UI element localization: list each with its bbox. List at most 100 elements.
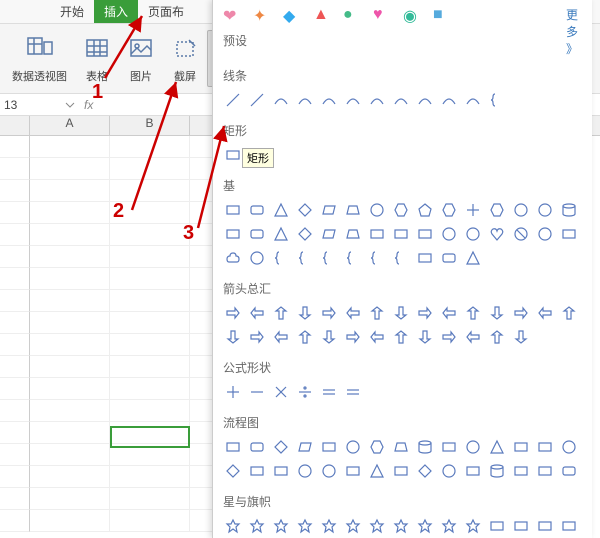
shape-option[interactable]	[535, 461, 555, 481]
shape-option[interactable]	[439, 516, 459, 536]
shape-option[interactable]	[511, 327, 531, 347]
tab-start[interactable]: 开始	[50, 0, 94, 23]
shape-option[interactable]	[223, 200, 243, 220]
shape-option[interactable]	[439, 200, 459, 220]
shape-option[interactable]	[319, 437, 339, 457]
shape-option[interactable]	[223, 224, 243, 244]
recent-icon[interactable]: ■	[433, 6, 449, 22]
shape-option[interactable]	[415, 90, 435, 110]
shape-option[interactable]	[439, 248, 459, 268]
shape-option[interactable]	[247, 382, 267, 402]
shape-option[interactable]	[247, 303, 267, 323]
shape-option[interactable]	[223, 516, 243, 536]
shape-option[interactable]	[535, 516, 555, 536]
shape-option[interactable]	[415, 224, 435, 244]
shape-option[interactable]	[223, 90, 243, 110]
shape-option[interactable]	[247, 224, 267, 244]
shape-option[interactable]	[271, 461, 291, 481]
shape-option[interactable]	[415, 327, 435, 347]
shape-option[interactable]	[463, 437, 483, 457]
shape-option[interactable]	[319, 327, 339, 347]
shape-option[interactable]	[367, 437, 387, 457]
shape-option[interactable]	[487, 224, 507, 244]
screenshot-button[interactable]: 截屏	[163, 30, 207, 87]
shape-option[interactable]	[391, 90, 411, 110]
shape-option[interactable]	[295, 382, 315, 402]
shape-option[interactable]	[319, 224, 339, 244]
shape-option[interactable]	[319, 382, 339, 402]
shape-option[interactable]	[391, 461, 411, 481]
shape-option[interactable]	[511, 516, 531, 536]
tab-pagelayout[interactable]: 页面布	[138, 0, 194, 23]
shape-option[interactable]	[295, 200, 315, 220]
shape-option[interactable]	[223, 382, 243, 402]
shape-option[interactable]	[343, 327, 363, 347]
shape-option[interactable]	[271, 437, 291, 457]
shape-option[interactable]	[223, 145, 243, 165]
pivot-button[interactable]: 数据透视图	[4, 30, 75, 87]
more-link[interactable]: 更多 》	[566, 6, 582, 22]
shape-option[interactable]	[535, 224, 555, 244]
select-all-corner[interactable]	[0, 116, 30, 135]
shape-option[interactable]	[487, 437, 507, 457]
shape-option[interactable]	[559, 303, 579, 323]
shape-option[interactable]	[223, 461, 243, 481]
shape-option[interactable]	[415, 303, 435, 323]
shape-option[interactable]	[223, 437, 243, 457]
shape-option[interactable]	[343, 461, 363, 481]
shape-option[interactable]	[439, 461, 459, 481]
selected-cell[interactable]	[110, 426, 190, 448]
recent-icon[interactable]: ▲	[313, 6, 329, 22]
shape-option[interactable]	[247, 516, 267, 536]
shape-option[interactable]	[247, 200, 267, 220]
shape-option[interactable]	[367, 461, 387, 481]
shape-option[interactable]	[439, 90, 459, 110]
shape-option[interactable]	[439, 327, 459, 347]
shape-option[interactable]	[271, 382, 291, 402]
shape-option[interactable]	[463, 303, 483, 323]
recent-icon[interactable]: ❤	[223, 6, 239, 22]
shape-option[interactable]	[343, 248, 363, 268]
shape-option[interactable]	[439, 224, 459, 244]
shape-option[interactable]	[319, 303, 339, 323]
shape-option[interactable]	[271, 303, 291, 323]
shape-option[interactable]	[511, 224, 531, 244]
shape-option[interactable]	[511, 200, 531, 220]
shape-option[interactable]	[559, 200, 579, 220]
shape-option[interactable]	[535, 437, 555, 457]
table-button[interactable]: 表格	[75, 30, 119, 87]
shape-option[interactable]	[295, 303, 315, 323]
shape-option[interactable]	[319, 248, 339, 268]
shape-option[interactable]	[439, 437, 459, 457]
shape-option[interactable]	[415, 461, 435, 481]
shape-option[interactable]	[343, 224, 363, 244]
shape-option[interactable]	[391, 248, 411, 268]
picture-button[interactable]: 图片	[119, 30, 163, 87]
shape-option[interactable]	[367, 248, 387, 268]
shape-option[interactable]	[415, 200, 435, 220]
shape-option[interactable]	[343, 516, 363, 536]
shape-option[interactable]	[487, 461, 507, 481]
shape-option[interactable]	[223, 303, 243, 323]
col-header-b[interactable]: B	[110, 116, 190, 135]
shape-option[interactable]	[319, 90, 339, 110]
shape-option[interactable]	[511, 303, 531, 323]
recent-icon[interactable]: ♥	[373, 6, 389, 22]
shape-option[interactable]	[247, 437, 267, 457]
shape-option[interactable]	[463, 224, 483, 244]
shape-option[interactable]	[223, 248, 243, 268]
shape-option[interactable]	[319, 200, 339, 220]
shape-option[interactable]	[463, 516, 483, 536]
shape-option[interactable]	[295, 516, 315, 536]
shape-option[interactable]	[415, 516, 435, 536]
dropdown-icon[interactable]	[64, 99, 76, 111]
shape-option[interactable]	[271, 224, 291, 244]
recent-icon[interactable]: ●	[343, 6, 359, 22]
shape-option[interactable]	[367, 327, 387, 347]
cell-reference[interactable]: 13	[4, 98, 64, 112]
shape-option[interactable]	[271, 90, 291, 110]
shape-option[interactable]	[559, 437, 579, 457]
shape-option[interactable]	[319, 516, 339, 536]
shape-option[interactable]	[391, 327, 411, 347]
recent-icon[interactable]: ◆	[283, 6, 299, 22]
